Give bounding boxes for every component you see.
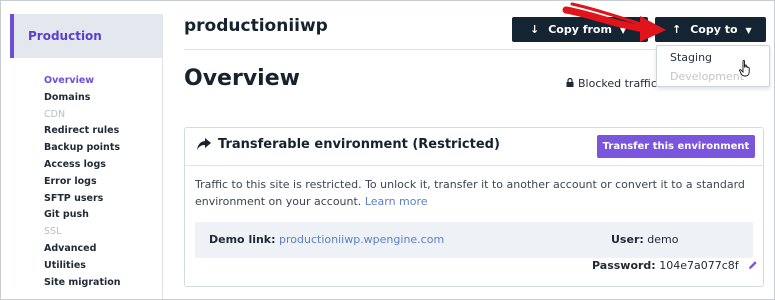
sidebar: Production Overview Domains CDN Redirect… [0, 0, 170, 300]
copy-to-label: Copy to [690, 23, 738, 36]
sidebar-item-access-logs[interactable]: Access logs [44, 157, 121, 174]
environment-header[interactable]: Production [10, 14, 162, 58]
sidebar-item-cdn: CDN [44, 108, 66, 120]
card-title: Transferable environment (Restricted) [197, 137, 500, 154]
annotation-arrow-icon [562, 2, 666, 42]
sidebar-item-advanced[interactable]: Advanced [44, 241, 121, 258]
restriction-text: Traffic to this site is restricted. To u… [195, 178, 745, 208]
down-arrow-icon: ↓ [530, 23, 540, 36]
card-header-divider [185, 165, 763, 166]
learn-more-link[interactable]: Learn more [365, 195, 428, 208]
share-arrow-icon [197, 138, 211, 154]
sidebar-item-error-logs[interactable]: Error logs [44, 174, 121, 191]
password-label: Password: [592, 259, 656, 272]
demo-link-value[interactable]: productioniiwp.wpengine.com [279, 233, 444, 246]
pointer-cursor-icon [739, 60, 752, 81]
password-row: Password: 104e7a077c8f [592, 259, 758, 273]
sidebar-item-backup-points[interactable]: Backup points [44, 140, 121, 157]
sidebar-item-ssl: SSL [44, 226, 62, 238]
password-value: 104e7a077c8f [659, 259, 739, 272]
site-name-title: productioniiwp [184, 16, 328, 36]
user-row: User: demo [611, 233, 678, 246]
lock-icon [566, 77, 574, 90]
demo-link-row: Demo link: productioniiwp.wpengine.com [209, 233, 444, 246]
card-description: Traffic to this site is restricted. To u… [195, 176, 750, 210]
demo-link-label: Demo link: [209, 233, 276, 246]
sidebar-nav: Overview Domains CDN Redirect rules Back… [44, 73, 121, 291]
copy-to-button[interactable]: ↑ Copy to ▼ [655, 17, 766, 42]
sidebar-item-utilities[interactable]: Utilities [44, 258, 121, 275]
transfer-environment-button[interactable]: Transfer this environment [597, 135, 755, 158]
menu-item-development[interactable]: Development [657, 67, 769, 86]
blocked-traffic: Blocked traffic: [566, 77, 661, 90]
page-title: Overview [184, 66, 300, 91]
blocked-traffic-label: Blocked traffic: [578, 77, 661, 90]
demo-credentials-box: Demo link: productioniiwp.wpengine.com U… [195, 222, 753, 258]
user-value: demo [647, 233, 679, 246]
pencil-icon[interactable] [748, 260, 758, 273]
transferable-environment-card: Transferable environment (Restricted) Tr… [184, 127, 764, 287]
sidebar-item-sftp-users[interactable]: SFTP users [44, 191, 121, 208]
copy-to-dropdown: Staging Development [656, 45, 770, 87]
sidebar-divider [162, 14, 163, 300]
sidebar-item-site-migration[interactable]: Site migration [44, 275, 121, 292]
sidebar-item-git-push[interactable]: Git push [44, 207, 121, 224]
menu-item-staging[interactable]: Staging [657, 48, 769, 67]
caret-down-icon: ▼ [745, 26, 752, 35]
sidebar-item-domains[interactable]: Domains [44, 90, 121, 107]
environment-label: Production [28, 29, 102, 43]
up-arrow-icon: ↑ [672, 23, 682, 36]
sidebar-item-overview[interactable]: Overview [44, 73, 121, 90]
card-title-text: Transferable environment (Restricted) [218, 137, 500, 152]
sidebar-item-redirect-rules[interactable]: Redirect rules [44, 123, 121, 140]
user-label: User: [611, 233, 644, 246]
